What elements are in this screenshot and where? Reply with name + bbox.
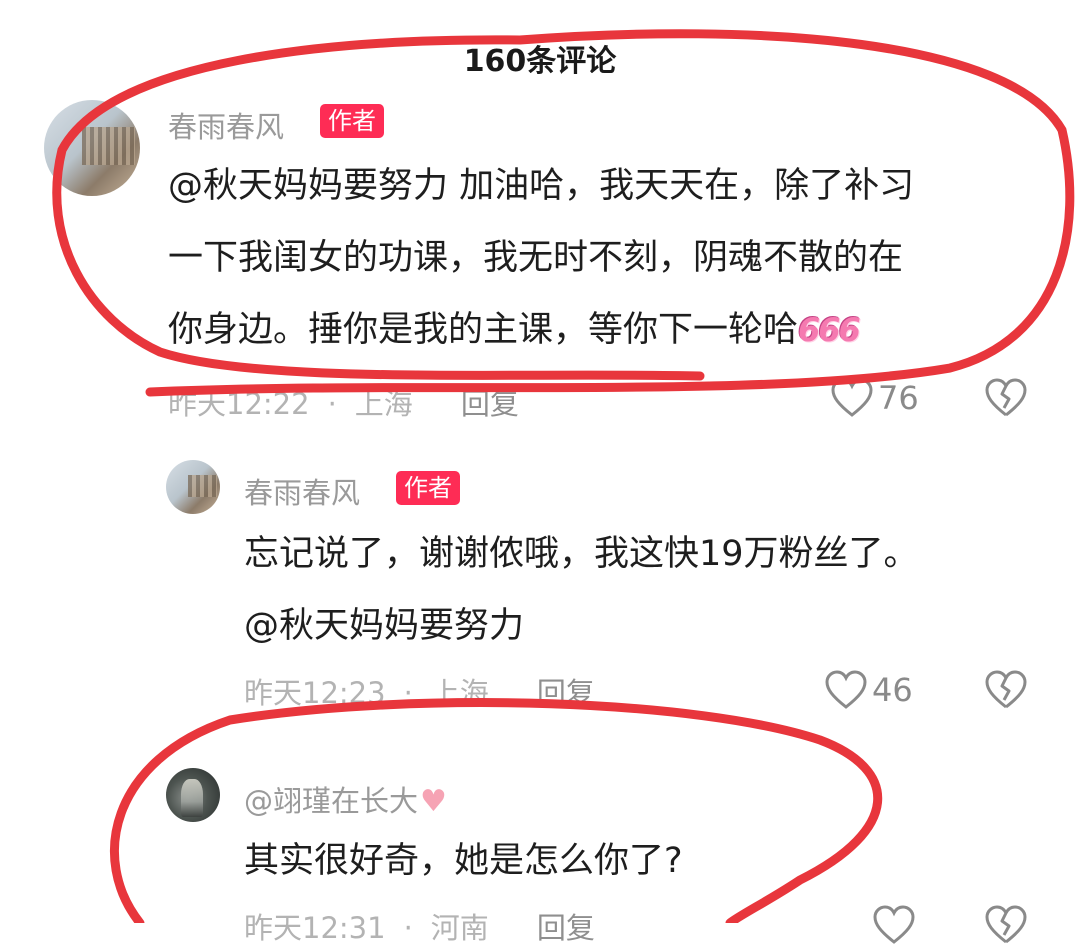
comment-text-line: 忘记说了，谢谢侬哦，我这快19万粉丝了。 (244, 534, 919, 574)
like-count: 76 (878, 379, 919, 417)
red-annotation-overlay (52, 29, 1075, 923)
comment-text: @秋天妈妈要努力 加油哈，我天天在，除了补习 一下我闺女的功课，我无时不刻，阴魂… (168, 150, 914, 366)
avatar[interactable] (44, 100, 140, 196)
comment-time: 昨天12:23 (244, 676, 386, 710)
comment-meta: 昨天12:23 · 上海 回复 (244, 676, 595, 710)
author-badge: 作者 (320, 104, 384, 138)
comment-text-line: 其实很好奇，她是怎么你了? (244, 841, 683, 881)
comment-time: 昨天12:22 (168, 387, 310, 421)
reply-button[interactable]: 回复 (461, 387, 519, 421)
broken-heart-icon[interactable] (984, 905, 1028, 945)
comment-time: 昨天12:31 (244, 911, 386, 945)
comment-text-line: @秋天妈妈要努力 (244, 606, 525, 646)
comment-text: 其实很好奇，她是怎么你了? (244, 825, 683, 897)
heart-outline-icon[interactable] (872, 905, 916, 945)
comment-username[interactable]: 春雨春风 (244, 470, 360, 512)
comment-username[interactable]: @翊瑾在长大♥ (244, 778, 447, 820)
comment-meta: 昨天12:22 · 上海 回复 (168, 387, 519, 421)
author-badge: 作者 (396, 471, 460, 505)
emoji-666-sticker: 666 (798, 311, 861, 349)
comment-location: 上海 (354, 387, 413, 421)
reply-button[interactable]: 回复 (537, 676, 595, 710)
comment-text-line: @秋天妈妈要努力 加油哈，我天天在，除了补习 (168, 166, 915, 206)
heart-outline-icon (831, 378, 873, 417)
heart-outline-icon (825, 670, 867, 709)
comment-meta: 昨天12:31 · 河南 回复 (244, 911, 595, 945)
comment-username[interactable]: 春雨春风 (168, 104, 284, 146)
broken-heart-icon[interactable] (984, 378, 1028, 418)
comment-location: 上海 (430, 676, 489, 710)
avatar[interactable] (166, 768, 220, 822)
broken-heart-icon[interactable] (984, 670, 1028, 710)
comment-text: 忘记说了，谢谢侬哦，我这快19万粉丝了。 @秋天妈妈要努力 (244, 518, 919, 662)
comment-location: 河南 (430, 911, 489, 945)
like-button[interactable]: 76 (830, 378, 919, 418)
pink-heart-icon: ♥ (420, 784, 447, 819)
comment-text-line: 一下我闺女的功课，我无时不刻，阴魂不散的在 (168, 238, 904, 278)
reply-button[interactable]: 回复 (537, 911, 595, 945)
like-button[interactable]: 46 (824, 670, 913, 710)
comment-text-line: 你身边。捶你是我的主课，等你下一轮哈 (168, 310, 799, 350)
like-count: 46 (872, 671, 913, 709)
avatar[interactable] (166, 460, 220, 514)
comment-count-title: 160条评论 (463, 44, 617, 79)
